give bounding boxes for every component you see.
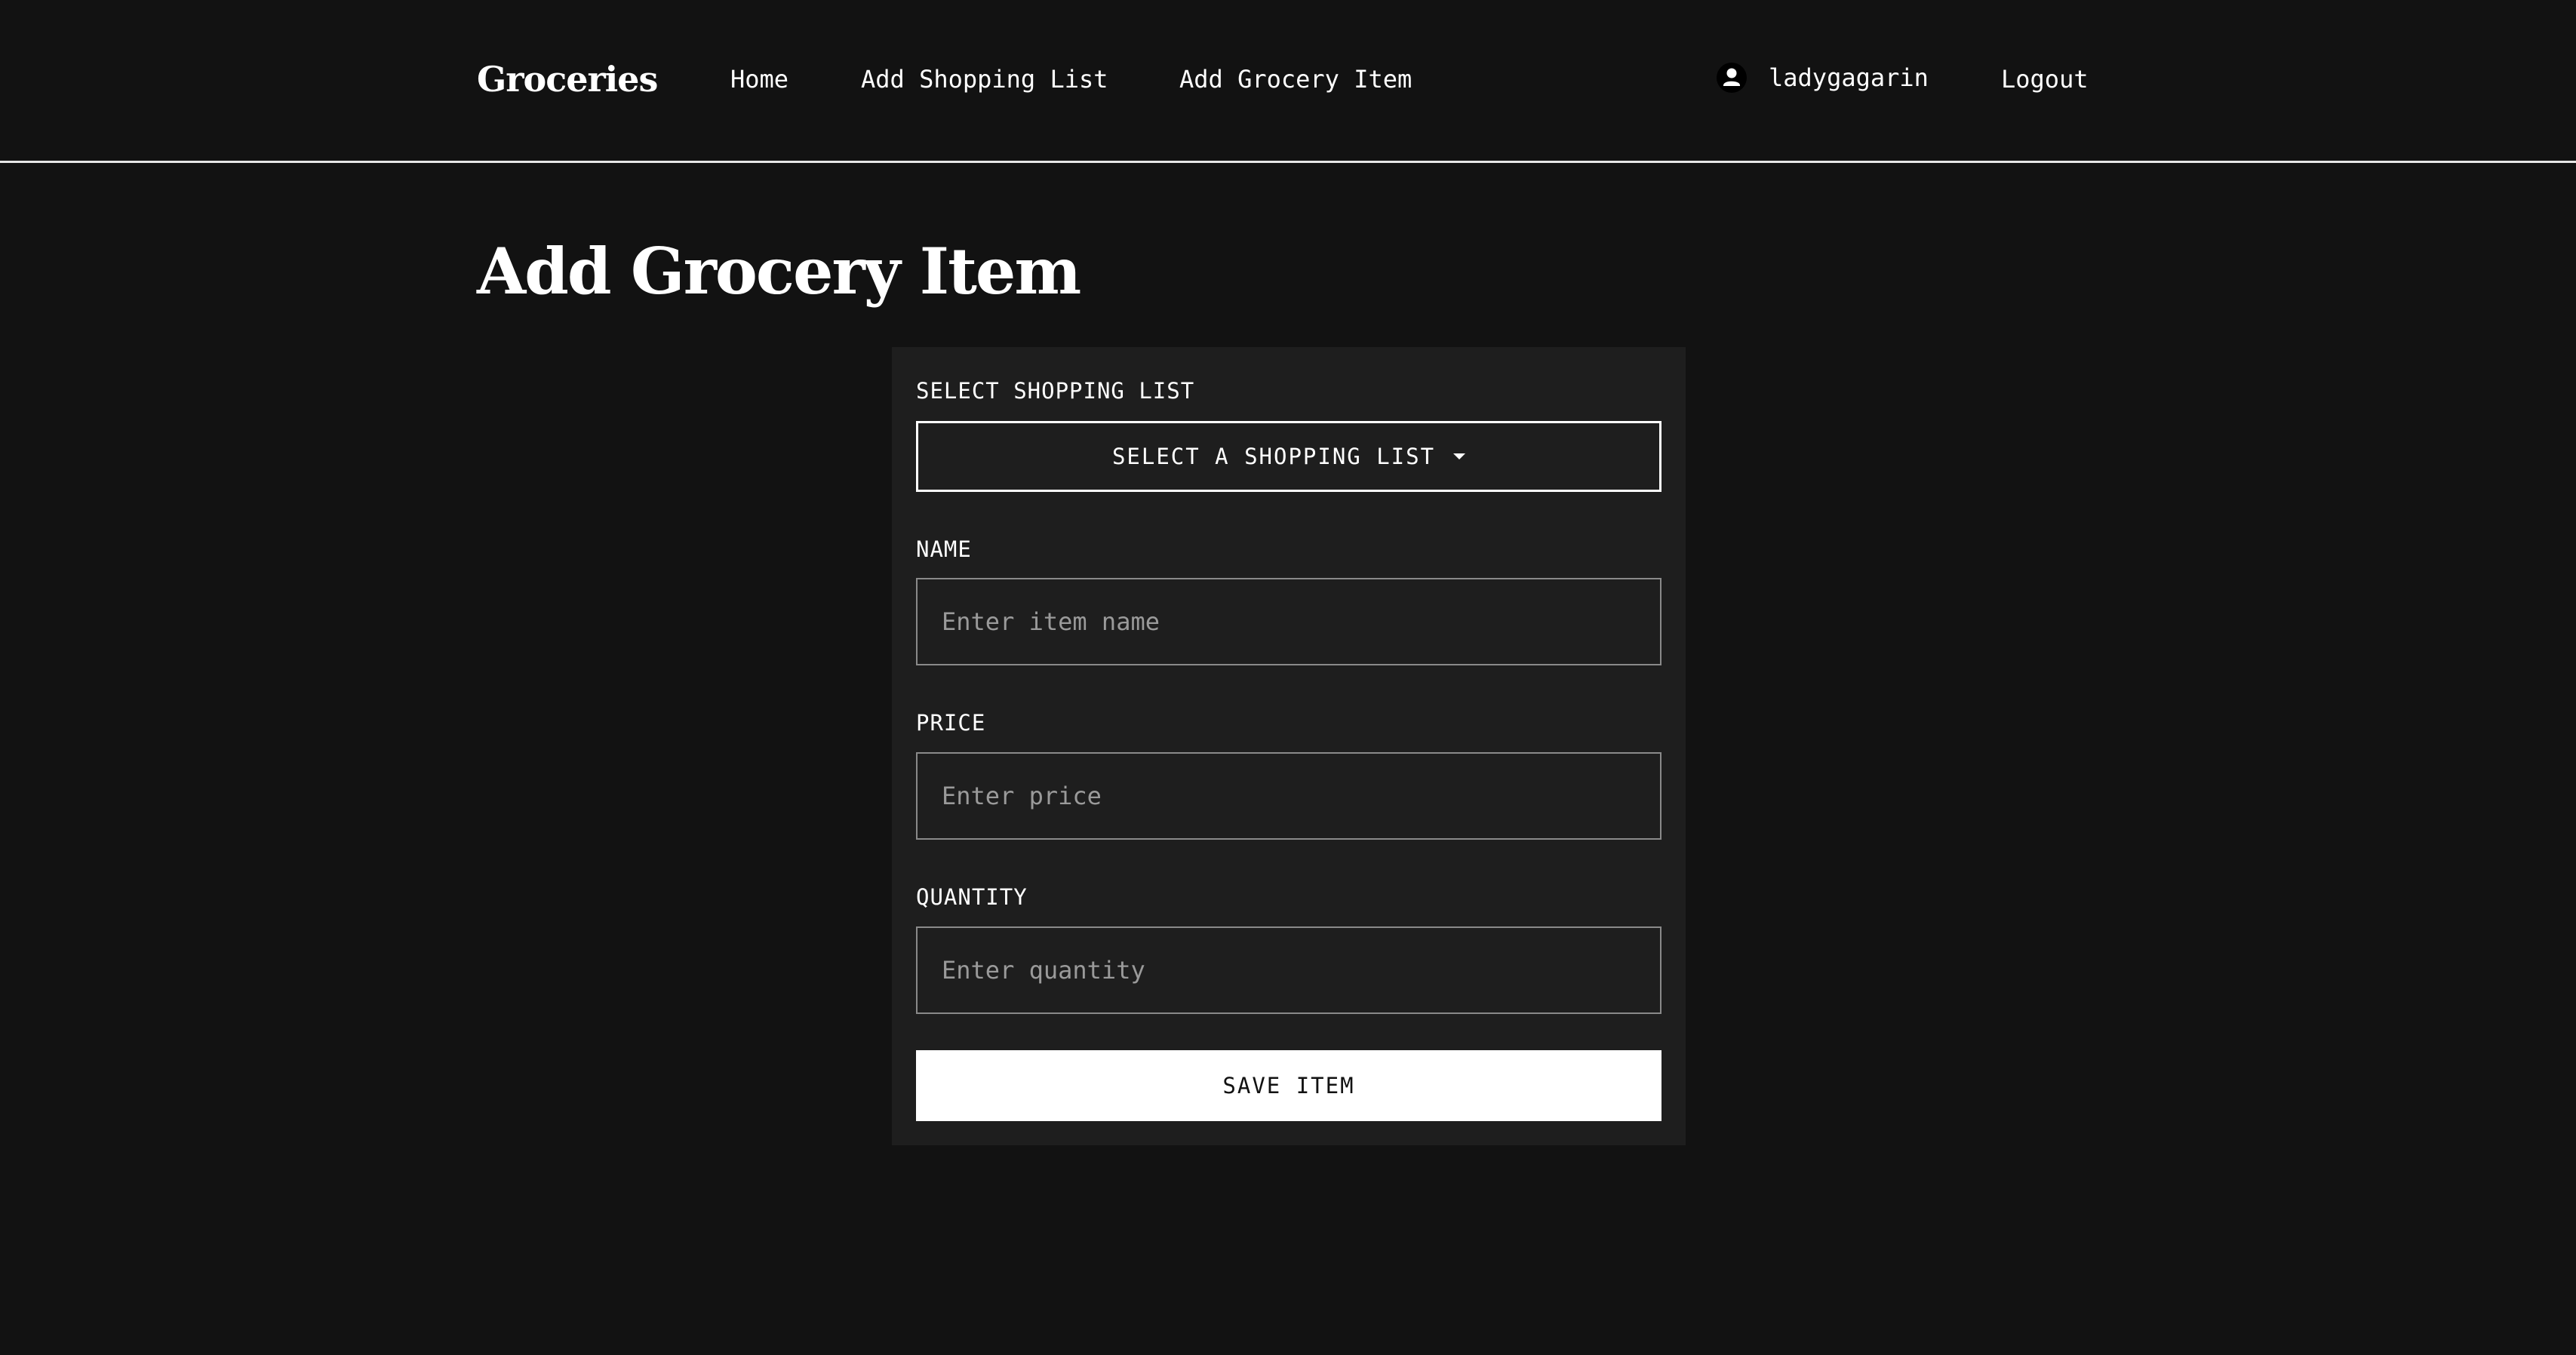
caret-down-icon bbox=[1453, 453, 1466, 459]
logout-link[interactable]: Logout bbox=[2001, 63, 2089, 95]
username-label: ladygagarin bbox=[1769, 63, 1929, 92]
shopping-list-dropdown-label: SELECT A SHOPPING LIST bbox=[1111, 444, 1436, 469]
shopping-list-label: SELECT SHOPPING LIST bbox=[916, 378, 1195, 404]
nav-link-add-grocery-item[interactable]: Add Grocery Item bbox=[1179, 63, 1412, 95]
quantity-input[interactable] bbox=[916, 926, 1661, 1014]
page-title: Add Grocery Item bbox=[477, 234, 1081, 309]
top-navbar: Groceries Home Add Shopping List Add Gro… bbox=[0, 0, 2576, 163]
save-item-button[interactable]: SAVE ITEM bbox=[916, 1050, 1661, 1121]
nav-link-add-shopping-list[interactable]: Add Shopping List bbox=[861, 63, 1108, 95]
nav-link-home[interactable]: Home bbox=[730, 63, 788, 95]
add-grocery-item-form: SELECT SHOPPING LIST SELECT A SHOPPING L… bbox=[892, 347, 1686, 1145]
brand-logo[interactable]: Groceries bbox=[477, 53, 658, 106]
quantity-label: QUANTITY bbox=[916, 884, 1028, 910]
item-name-input[interactable] bbox=[916, 578, 1661, 665]
name-label: NAME bbox=[916, 536, 972, 562]
price-label: PRICE bbox=[916, 710, 986, 736]
user-icon bbox=[1716, 62, 1748, 94]
user-menu[interactable]: ladygagarin bbox=[1716, 62, 1929, 94]
price-input[interactable] bbox=[916, 752, 1661, 840]
shopping-list-dropdown[interactable]: SELECT A SHOPPING LIST bbox=[916, 421, 1661, 492]
